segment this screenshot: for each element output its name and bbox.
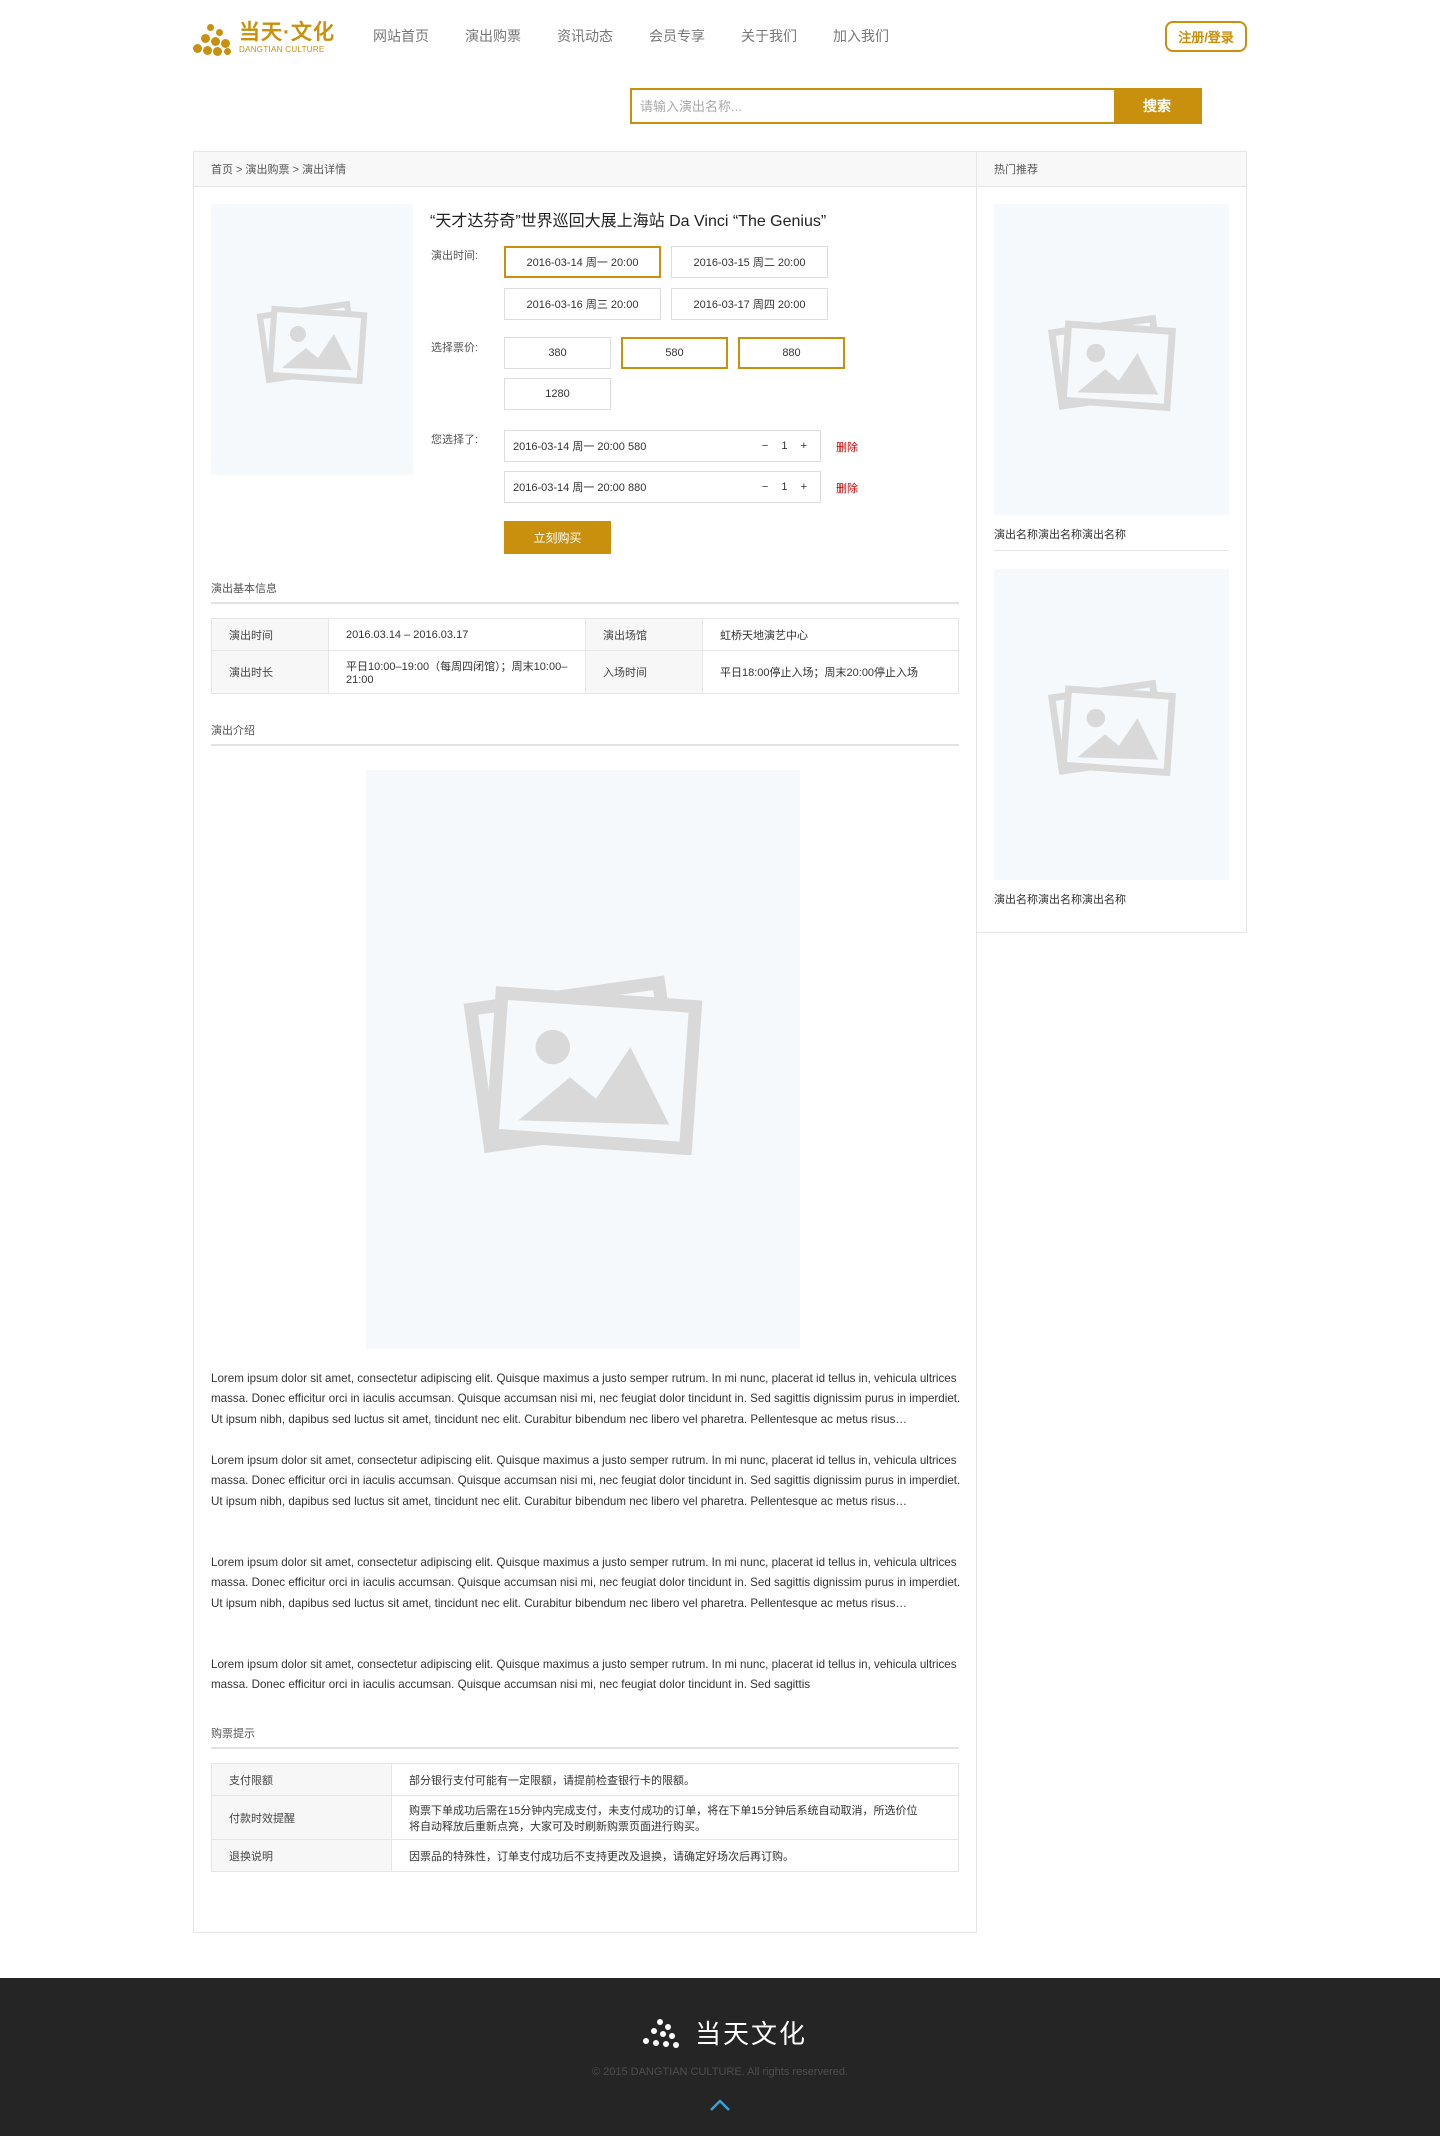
search-button[interactable]: 搜索: [1114, 90, 1200, 122]
table-row: 演出时间 2016.03.14 – 2016.03.17 演出场馆 虹桥天地演艺…: [211, 618, 959, 651]
time-option[interactable]: 2016-03-14 周一 20:00: [504, 246, 661, 278]
price-option[interactable]: 1280: [504, 378, 611, 410]
table-key: 付款时效提醒: [211, 1795, 392, 1840]
nav-join[interactable]: 加入我们: [833, 26, 889, 46]
basic-info-table: 演出时间 2016.03.14 – 2016.03.17 演出场馆 虹桥天地演艺…: [211, 618, 959, 694]
price-option[interactable]: 380: [504, 337, 611, 369]
image-placeholder-icon: [463, 975, 703, 1155]
footer-logo-text: 当天文化: [695, 2019, 808, 2049]
chosen-item-desc: 2016-03-14 周一 20:00 880: [513, 482, 647, 494]
recommendation-name[interactable]: 演出名称演出名称演出名称: [994, 526, 1229, 551]
table-value: 购票下单成功后需在15分钟内完成支付，未支付成功的订单，将在下单15分钟后系统自…: [391, 1795, 959, 1840]
intro-paragraph: Lorem ipsum dolor sit amet, consectetur …: [211, 1658, 957, 1692]
table-value: 虹桥天地演艺中心: [702, 618, 959, 651]
time-option[interactable]: 2016-03-16 周三 20:00: [504, 288, 661, 320]
intro-paragraph: Lorem ipsum dolor sit amet, consectetur …: [211, 1556, 961, 1610]
basic-info-heading: 演出基本信息: [211, 580, 959, 604]
buy-now-button[interactable]: 立刻购买: [504, 521, 611, 554]
delete-link[interactable]: 删除: [836, 480, 858, 496]
recommendation-image[interactable]: [994, 204, 1229, 515]
recommendation-card[interactable]: 演出名称演出名称演出名称: [994, 204, 1229, 551]
table-row: 付款时效提醒 购票下单成功后需在15分钟内完成支付，未支付成功的订单，将在下单1…: [211, 1795, 959, 1840]
table-row: 演出时长 平日10:00–19:00（每周四闭馆）；周末10:00–21:00 …: [211, 650, 959, 694]
image-placeholder-icon: [1047, 679, 1176, 776]
time-option[interactable]: 2016-03-15 周二 20:00: [671, 246, 828, 278]
time-label: 演出时间:: [431, 250, 479, 262]
site-footer: 当天文化 © 2015 DANGTIAN CULTURE. All rights…: [0, 1978, 1440, 2136]
main-nav: 网站首页 演出购票 资讯动态 会员专享 关于我们 加入我们: [373, 26, 889, 46]
quantity-stepper[interactable]: − 1 +: [762, 481, 812, 493]
table-key: 退换说明: [211, 1839, 392, 1872]
table-value: 因票品的特殊性，订单支付成功后不支持更改及退换，请确定好场次后再订购。: [391, 1839, 959, 1872]
event-poster: [211, 204, 413, 475]
back-to-top-icon[interactable]: [709, 2098, 731, 2112]
chosen-label: 您选择了:: [431, 434, 479, 446]
intro-paragraph: Lorem ipsum dolor sit amet, consectetur …: [211, 1454, 961, 1508]
brand-logo[interactable]: 当天·文化 DANGTIAN CULTURE: [193, 18, 343, 58]
delete-link[interactable]: 删除: [836, 439, 858, 455]
chosen-item-desc: 2016-03-14 周一 20:00 580: [513, 441, 647, 453]
image-placeholder-icon: [256, 300, 368, 384]
logo-dots-icon: [640, 2017, 680, 2049]
site-header: 当天·文化 DANGTIAN CULTURE 网站首页 演出购票 资讯动态 会员…: [193, 0, 1247, 74]
quantity-stepper[interactable]: − 1 +: [762, 440, 812, 452]
recommendation-card[interactable]: 演出名称演出名称演出名称: [994, 569, 1229, 915]
table-value: 平日18:00停止入场；周末20:00停止入场: [702, 650, 959, 694]
table-key: 演出时间: [211, 618, 329, 651]
event-detail-panel: 首页 > 演出购票 > 演出详情 “天才达芬奇”世界巡回大展上海站 Da Vin…: [193, 151, 977, 1933]
image-placeholder-icon: [1047, 314, 1176, 411]
chosen-item: 2016-03-14 周一 20:00 880 − 1 +: [504, 471, 821, 503]
search-bar: 搜索: [630, 88, 1202, 124]
table-value: 2016.03.14 – 2016.03.17: [328, 618, 586, 651]
price-label: 选择票价:: [431, 342, 479, 354]
recommendation-image[interactable]: [994, 569, 1229, 880]
tips-heading: 购票提示: [211, 1725, 959, 1749]
tips-table: 支付限额 部分银行支付可能有一定限额，请提前检查银行卡的限额。 付款时效提醒 购…: [211, 1763, 959, 1872]
logo-name-en: DANGTIAN CULTURE: [239, 45, 325, 54]
recommendation-name[interactable]: 演出名称演出名称演出名称: [994, 891, 1229, 915]
table-value: 平日10:00–19:00（每周四闭馆）；周末10:00–21:00: [328, 650, 586, 694]
nav-news[interactable]: 资讯动态: [557, 26, 613, 46]
breadcrumb[interactable]: 首页 > 演出购票 > 演出详情: [194, 152, 976, 187]
table-value: 部分银行支付可能有一定限额，请提前检查银行卡的限额。: [391, 1763, 959, 1796]
search-input[interactable]: [632, 90, 1114, 122]
nav-about[interactable]: 关于我们: [741, 26, 797, 46]
intro-heading: 演出介绍: [211, 722, 959, 746]
copyright: © 2015 DANGTIAN CULTURE. All rights rese…: [591, 2066, 849, 2078]
table-key: 入场时间: [585, 650, 703, 694]
table-key: 演出时长: [211, 650, 329, 694]
footer-logo: 当天文化: [640, 2014, 807, 2051]
logo-dots-icon: [193, 20, 237, 56]
chosen-item: 2016-03-14 周一 20:00 580 − 1 +: [504, 430, 821, 462]
nav-members[interactable]: 会员专享: [649, 26, 705, 46]
time-option[interactable]: 2016-03-17 周四 20:00: [671, 288, 828, 320]
table-key: 支付限额: [211, 1763, 392, 1796]
nav-home[interactable]: 网站首页: [373, 26, 429, 46]
event-title: “天才达芬奇”世界巡回大展上海站 Da Vinci “The Genius”: [430, 213, 827, 230]
table-row: 退换说明 因票品的特殊性，订单支付成功后不支持更改及退换，请确定好场次后再订购。: [211, 1839, 959, 1872]
intro-image: [366, 770, 800, 1349]
intro-paragraph: Lorem ipsum dolor sit amet, consectetur …: [211, 1372, 961, 1426]
sidebar-title: 热门推荐: [977, 152, 1246, 187]
price-option[interactable]: 880: [738, 337, 845, 369]
login-button[interactable]: 注册/登录: [1165, 21, 1247, 52]
table-row: 支付限额 部分银行支付可能有一定限额，请提前检查银行卡的限额。: [211, 1763, 959, 1796]
table-key: 演出场馆: [585, 618, 703, 651]
hot-recommendations: 热门推荐 演出名称演出名称演出名称 演出名称演出名称演出名称: [976, 151, 1247, 933]
nav-tickets[interactable]: 演出购票: [465, 26, 521, 46]
price-option[interactable]: 580: [621, 337, 728, 369]
logo-name-cn: 当天·文化: [239, 21, 335, 44]
